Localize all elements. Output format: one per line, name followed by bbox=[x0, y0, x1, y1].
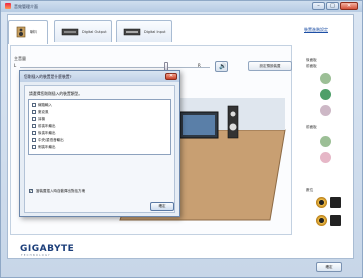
tab-speakers[interactable]: 喇叭 bbox=[8, 20, 48, 44]
coaxial-jack-icon-2[interactable] bbox=[316, 215, 327, 226]
option-rear-speaker-out[interactable]: 後喪叭輸出 bbox=[32, 130, 162, 136]
optical-jack-icon[interactable] bbox=[330, 197, 341, 208]
digital-output-icon bbox=[61, 28, 79, 36]
main-volume-label: 主音量 bbox=[14, 56, 26, 61]
app-icon bbox=[5, 3, 11, 9]
auto-popup-checkbox[interactable] bbox=[29, 188, 33, 193]
balance-right-label: R bbox=[198, 63, 201, 68]
optical-jack-icon-2[interactable] bbox=[330, 215, 341, 226]
window-title: 音效管理介面 bbox=[14, 4, 38, 9]
gigabyte-logo-sub: TECHNOLOGY bbox=[21, 254, 51, 257]
jack-rear-1[interactable] bbox=[320, 73, 331, 84]
dialog-title-bar: 您剛插入的裝置是什麼裝置? ✕ bbox=[20, 71, 179, 82]
checkbox[interactable] bbox=[32, 117, 36, 121]
title-bar: 音效管理介面 – □ ✕ bbox=[1, 1, 362, 12]
balance-left-label: L bbox=[14, 63, 17, 68]
checkbox[interactable] bbox=[32, 138, 36, 142]
option-center-subwoofer-out[interactable]: 中央/重低音輸出 bbox=[32, 137, 162, 143]
set-default-device-button[interactable]: 設定預設裝置 bbox=[248, 61, 292, 71]
jack-status-panel: 後面板 前面板 前面板 數位 bbox=[296, 45, 354, 235]
tab-digital-output-label: Digital Output bbox=[82, 30, 107, 34]
option-side-speaker-out[interactable]: 側喪叭輸出 bbox=[32, 144, 162, 150]
gigabyte-logo: GIGABYTE bbox=[20, 244, 75, 254]
tab-speakers-label: 喇叭 bbox=[30, 30, 37, 34]
tab-digital-output[interactable]: Digital Output bbox=[54, 20, 112, 42]
volume-slider[interactable] bbox=[20, 67, 210, 68]
close-button[interactable]: ✕ bbox=[340, 2, 358, 10]
advanced-settings-link[interactable]: 裝置進階設定 bbox=[304, 27, 328, 33]
device-detected-dialog: 您剛插入的裝置是什麼裝置? ✕ 請選擇您剛剛插入的裝置類型。 線路輸入 麥克風 … bbox=[19, 70, 180, 217]
checkbox[interactable] bbox=[32, 131, 36, 135]
option-line-in[interactable]: 線路輸入 bbox=[32, 102, 162, 108]
checkbox[interactable] bbox=[32, 124, 36, 128]
checkbox[interactable] bbox=[32, 110, 36, 114]
device-type-list: 線路輸入 麥克風 耳機 前喪叭輸出 後喪叭輸出 中央/重低音輸出 側喪叭輸出 bbox=[28, 99, 171, 155]
checkbox[interactable] bbox=[32, 145, 36, 149]
option-headphone[interactable]: 耳機 bbox=[32, 116, 162, 122]
dialog-prompt: 請選擇您剛剛插入的裝置類型。 bbox=[29, 91, 83, 96]
maximize-button[interactable]: □ bbox=[326, 2, 339, 10]
option-front-speaker-out[interactable]: 前喪叭輸出 bbox=[32, 123, 162, 129]
dialog-close-button[interactable]: ✕ bbox=[165, 73, 177, 80]
dialog-ok-button[interactable]: 確定 bbox=[150, 202, 174, 211]
digital-label: 數位 bbox=[306, 188, 314, 192]
speaker-icon bbox=[16, 26, 26, 38]
jack-front-1[interactable] bbox=[320, 136, 331, 147]
jack-front-2[interactable] bbox=[320, 152, 331, 163]
auto-popup-label: 當裝置插入時自動彈出對話方塊 bbox=[36, 189, 85, 193]
tab-digital-input[interactable]: Digital Input bbox=[116, 20, 172, 42]
coaxial-jack-icon[interactable] bbox=[316, 197, 327, 208]
main-ok-button[interactable]: 確定 bbox=[316, 262, 342, 272]
checkbox[interactable] bbox=[32, 103, 36, 107]
rear-panel-sublabel: 前面板 bbox=[306, 64, 317, 68]
minimize-button[interactable]: – bbox=[312, 2, 325, 10]
speaker-volume-icon: 🔊 bbox=[219, 63, 227, 70]
tab-digital-input-label: Digital Input bbox=[144, 30, 166, 34]
jack-rear-3[interactable] bbox=[320, 105, 331, 116]
rear-panel-label: 後面板 bbox=[306, 58, 317, 62]
jack-rear-2[interactable] bbox=[320, 89, 331, 100]
dialog-title: 您剛插入的裝置是什麼裝置? bbox=[24, 74, 72, 79]
front-panel-label: 前面板 bbox=[306, 125, 317, 129]
option-microphone[interactable]: 麥克風 bbox=[32, 109, 162, 115]
digital-input-icon bbox=[123, 28, 141, 36]
mute-button[interactable]: 🔊 bbox=[215, 61, 228, 72]
